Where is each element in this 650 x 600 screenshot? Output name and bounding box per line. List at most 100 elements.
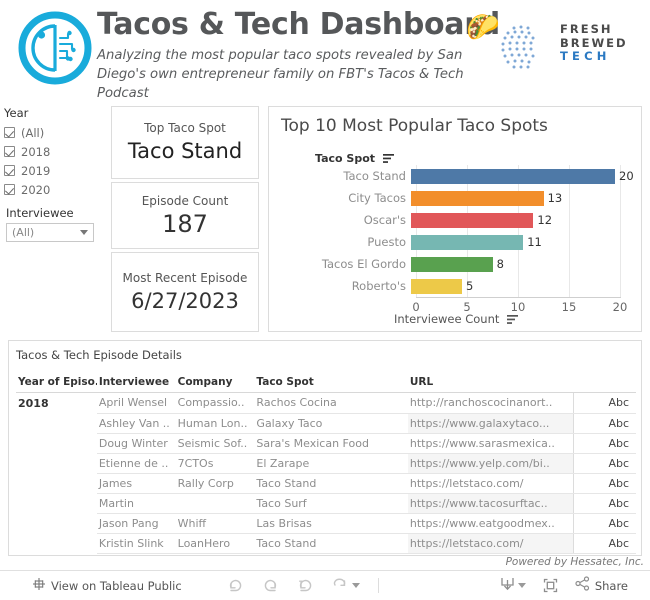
column-header-company[interactable]: Company [175,373,255,393]
chart-bar-row[interactable]: Oscar's 12 [269,209,641,231]
chart-bar-wrapper: 13 [411,187,641,209]
year-filter-option-all[interactable]: (All) [4,123,104,142]
cell-abc: Abc [573,453,636,474]
revert-icon[interactable] [297,578,314,593]
chart-bar[interactable] [411,168,615,184]
cell-abc: Abc [573,533,636,554]
chart-category-label: Taco Spot [315,152,376,165]
undo-icon[interactable] [227,578,244,593]
cell-url[interactable]: https://www.galaxytaco... [407,413,574,434]
sort-icon[interactable] [507,313,519,327]
share-icon[interactable] [575,576,590,595]
fresh-brewed-tech-wordmark: FRESH BREWED TECH [560,22,628,63]
cell-year [16,433,97,453]
year-filter-option-2020[interactable]: 2020 [4,180,104,199]
chart-bar-value: 5 [466,279,474,293]
chart-bar[interactable] [411,190,544,206]
cell-interviewee: James [96,473,176,494]
cell-year [16,413,97,433]
chart-x-axis-title[interactable]: Interviewee Count [269,312,641,327]
cell-interviewee: Jason Pang [96,513,176,534]
year-option-label: 2019 [21,163,51,178]
download-button[interactable] [500,576,526,595]
download-icon[interactable] [500,576,515,595]
brain-circuit-logo [18,11,92,85]
chart-bar-value: 11 [527,235,542,249]
refresh-button[interactable] [332,576,360,595]
chart-bar-row[interactable]: Tacos El Gordo 8 [269,253,641,275]
kpi-card-episode-count[interactable]: Episode Count 187 [111,182,259,249]
chart-bar-wrapper: 12 [411,209,641,231]
interviewee-dropdown[interactable]: (All) [6,223,94,242]
chart-bar-row[interactable]: Roberto's 5 [269,275,641,297]
chart-bar-label: Taco Stand [343,169,406,183]
table-row[interactable]: Etienne de .. 7CTOs El Zarape https://www.y… [16,453,636,474]
table-row[interactable]: Jason Pang Whiff Las Brisas https://www.eat… [16,513,636,534]
chart-bar-value: 13 [547,191,563,205]
checkbox-icon[interactable] [4,127,15,138]
chart-bar-label: Oscar's [363,213,406,227]
year-filter-option-2018[interactable]: 2018 [4,142,104,161]
chart-bar-row[interactable]: Puesto 11 [269,231,641,253]
column-header-url[interactable]: URL [407,373,574,393]
column-header-taco-spot[interactable]: Taco Spot [254,373,408,393]
chart-category-header[interactable]: Taco Spot [315,152,394,166]
bar-chart-card[interactable]: Top 10 Most Popular Taco Spots Taco Spot… [268,106,642,332]
year-filter-list[interactable]: (All) 2018 2019 2020 [4,123,104,199]
table-body: 2018 April Wensel Compassio.. Rachos Cocina… [16,392,636,554]
table-row[interactable]: Doug Winter Seismic Sof.. Sara's Mexican F… [16,433,636,454]
toolbar-divider [377,578,379,593]
cell-url[interactable]: https://www.eatgoodmex.. [407,513,574,534]
cell-company: LoanHero [175,533,255,554]
cell-url[interactable]: https://www.yelp.com/bi.. [407,453,574,474]
checkbox-icon[interactable] [4,165,15,176]
interviewee-filter-label: Interviewee [6,206,74,220]
table-row[interactable]: 2018 April Wensel Compassio.. Rachos Cocina… [16,392,636,414]
cell-year [16,493,97,513]
checkbox-icon[interactable] [4,146,15,157]
chart-bar-row[interactable]: City Tacos 13 [269,187,641,209]
checkbox-icon[interactable] [4,184,15,195]
cell-company: Human Lon.. [175,413,255,434]
table-row[interactable]: Martin Taco Surf https://www.tacosurftac..… [16,493,636,514]
chart-bar[interactable] [411,212,534,228]
kpi-label: Episode Count [141,194,229,208]
table-row[interactable]: Ashley Van .. Human Lon.. Galaxy Taco https… [16,413,636,434]
cell-interviewee: Martin [96,493,176,514]
kpi-card-most-recent-episode[interactable]: Most Recent Episode 6/27/2023 [111,252,259,332]
chart-bar-row[interactable]: Taco Stand 20 [269,165,641,187]
share-label: Share [594,578,628,593]
cell-url[interactable]: https://letstaco.com/ [407,473,574,494]
fbt-line-1: FRESH [560,22,613,36]
year-option-label: 2018 [21,144,51,159]
cell-interviewee: Etienne de .. [96,453,176,474]
cell-url[interactable]: https://www.tacosurftac.. [407,493,574,514]
cell-interviewee: Ashley Van .. [96,413,176,434]
cell-url[interactable]: http://ranchoscocinanort.. [407,392,574,414]
fullscreen-icon[interactable] [543,578,558,593]
share-button[interactable]: Share [575,576,628,595]
chart-bar[interactable] [411,256,493,272]
cell-company: Seismic Sof.. [175,433,255,454]
cell-abc: Abc [573,413,636,434]
year-filter-option-2019[interactable]: 2019 [4,161,104,180]
cell-taco-spot: Sara's Mexican Food [254,433,408,454]
chart-bar[interactable] [411,234,524,250]
column-header-interviewee[interactable]: Interviewee [96,373,176,393]
chevron-down-icon[interactable] [80,230,88,235]
cell-taco-spot: Taco Stand [254,473,408,494]
chevron-down-icon[interactable] [351,583,360,588]
cell-url[interactable]: https://letstaco.com/ [407,533,574,554]
kpi-card-top-taco-spot[interactable]: Top Taco Spot Taco Stand [111,106,259,179]
redo-icon[interactable] [262,578,279,593]
column-header-year[interactable]: Year of Episo.. [16,373,97,393]
refresh-icon[interactable] [332,576,349,595]
cell-url[interactable]: https://www.sarasmexica.. [407,433,574,454]
table-row[interactable]: James Rally Corp Taco Stand https://letstac… [16,473,636,494]
column-header-blank[interactable] [573,373,636,393]
table-row[interactable]: Kristin Slink LoanHero Taco Stand https://l… [16,533,636,554]
chevron-down-icon[interactable] [517,583,526,588]
view-on-tableau-public-button[interactable]: View on Tableau Public [32,576,182,595]
filter-panel: Year (All) 2018 2019 2020 Interviewee (A… [4,106,104,242]
chart-bar[interactable] [411,278,462,294]
